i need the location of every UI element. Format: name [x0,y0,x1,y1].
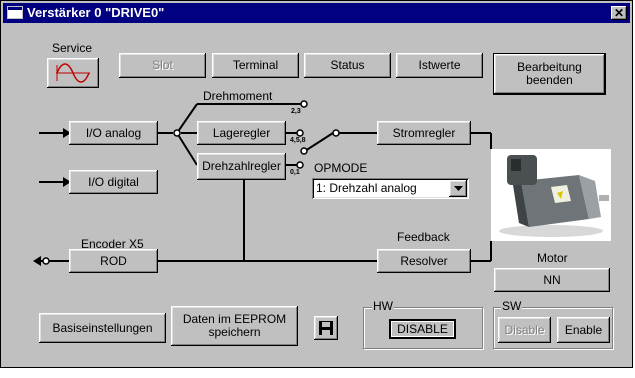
eeprom-line2: speichern [208,325,261,339]
basiseinstellungen-button[interactable]: Basiseinstellungen [39,313,166,343]
resolver-button[interactable]: Resolver [377,249,471,273]
opmode-select[interactable]: 1: Drehzahl analog [312,178,469,199]
floppy-disk-icon [319,321,333,335]
opmode-value: 1: Drehzahl analog [316,181,417,195]
lageregler-button[interactable]: Lageregler [197,121,286,145]
drehzahlregler-button[interactable]: Drehzahlregler [197,153,286,180]
rod-button[interactable]: ROD [69,249,158,273]
io-digital-button[interactable]: I/O digital [69,170,158,194]
opmode-dropdown-button[interactable] [449,180,467,197]
io-analog-button[interactable]: I/O analog [69,121,158,145]
motor-nn-button[interactable]: NN [494,268,610,292]
opmode-label: OPMODE [314,161,368,175]
tag-01: 0,1 [290,169,300,176]
stromregler-button[interactable]: Stromregler [377,121,471,145]
feedback-label: Feedback [397,230,450,244]
eeprom-save-button[interactable]: Daten im EEPROM speichern [171,306,298,346]
tag-458: 4,5,8 [290,137,306,144]
chevron-down-icon [453,186,463,191]
motor-image [491,149,611,241]
servo-motor-icon [491,149,611,241]
motor-label: Motor [537,251,568,265]
sw-enable-button[interactable]: Enable [557,317,610,343]
drive-window: Verstärker 0 "DRIVE0" ✕ Service Slot Ter… [0,0,633,368]
tag-23: 2,3 [291,108,301,115]
save-disk-button[interactable] [314,316,338,340]
sw-disable-button[interactable]: Disable [498,317,551,343]
hw-status-field: DISABLE [389,319,456,339]
sw-group-title: SW [501,299,523,313]
drehmoment-label: Drehmoment [203,89,273,103]
hw-group-title: HW [372,299,394,313]
